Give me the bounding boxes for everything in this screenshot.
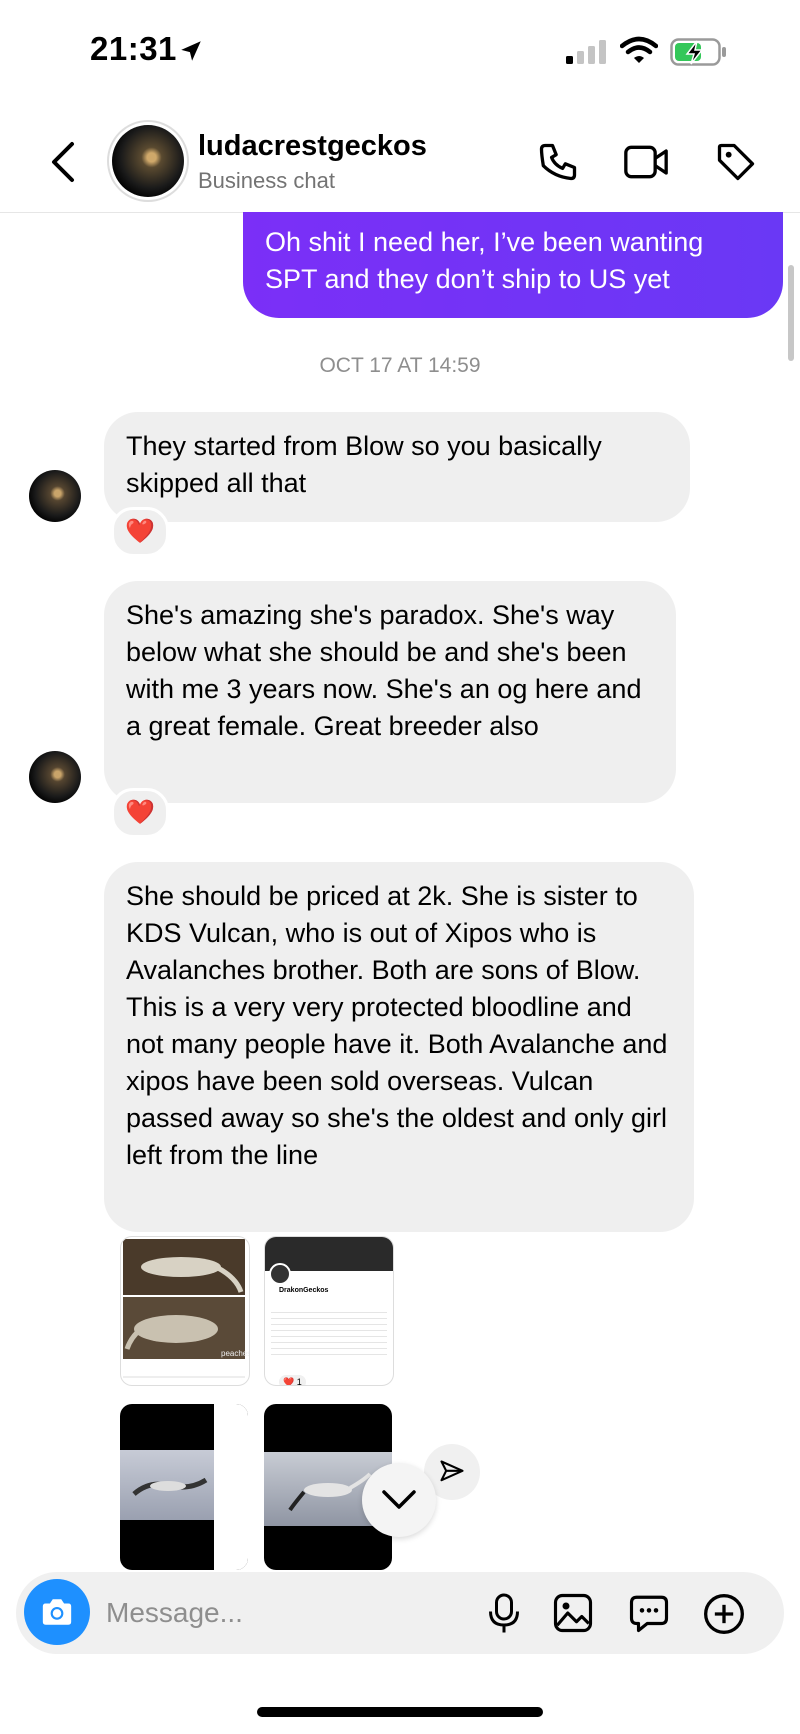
avatar[interactable] [29,751,81,803]
photo-caption: peaches [221,1349,250,1358]
post-avatar [269,1263,291,1285]
reaction-pill: ❤️ 1 [279,1375,306,1386]
video-icon[interactable] [622,140,670,184]
chevron-down-icon [382,1490,416,1509]
heart-reaction[interactable]: ❤️ [111,507,169,557]
message-text: They started from Blow so you basically … [126,431,602,498]
video-side-panel [214,1404,248,1570]
home-indicator[interactable] [257,1707,543,1717]
scroll-to-bottom-button[interactable] [362,1463,436,1537]
tag-icon[interactable] [714,140,758,184]
message-timestamp: OCT 17 AT 14:59 [319,354,481,377]
page-name: DrakonGeckos [279,1287,329,1294]
plus-icon[interactable] [702,1592,746,1636]
battery-charging-icon [670,38,726,66]
message-composer [16,1572,784,1654]
gecko-silhouette [132,1477,208,1496]
gecko-silhouette [288,1472,372,1512]
status-time: 21:31 [90,30,177,67]
message-text: She should be priced at 2k. She is siste… [126,881,668,1170]
avatar[interactable] [29,470,81,522]
post-content-lines [271,1307,387,1357]
video-tile[interactable] [120,1404,248,1570]
sticker-icon[interactable] [628,1592,670,1634]
avatar[interactable] [112,125,184,197]
chat-username[interactable]: ludacrestgeckos [198,130,427,163]
gecko-photo [123,1239,245,1378]
camera-icon [42,1599,72,1625]
phone-icon[interactable] [536,140,580,184]
microphone-icon[interactable] [486,1592,522,1634]
message-text: She's amazing she's paradox. She's way b… [126,600,642,741]
reaction-count: 1 [296,1377,302,1386]
status-bar: 21:31 [0,0,800,100]
gecko-photo-tile[interactable]: peaches [120,1236,250,1386]
incoming-message-bubble[interactable]: She's amazing she's paradox. She's way b… [104,581,676,803]
camera-button[interactable] [24,1579,90,1645]
signal-icon [566,40,606,64]
scrollbar[interactable] [788,265,794,361]
heart-icon: ❤️ [125,799,155,826]
chat-subtitle: Business chat [198,168,335,193]
incoming-message-bubble[interactable]: They started from Blow so you basically … [104,412,690,522]
message-input[interactable] [104,1592,438,1634]
back-chevron-icon[interactable] [48,140,78,184]
heart-icon: ❤️ [283,1377,295,1386]
message-text: Oh shit I need her, I’ve been wanting SP… [265,227,704,294]
gallery-icon[interactable] [552,1592,594,1634]
heart-reaction[interactable]: ❤️ [111,788,169,838]
chat-header: ludacrestgeckos Business chat [0,110,800,213]
incoming-message-bubble[interactable]: She should be priced at 2k. She is siste… [104,862,694,1232]
heart-icon: ❤️ [125,518,155,545]
location-arrow-icon [181,41,201,61]
send-icon [440,1460,464,1482]
shared-post-tile[interactable]: DrakonGeckos ❤️ 1 [264,1236,394,1386]
wifi-icon [620,36,658,63]
outgoing-message-bubble[interactable]: Oh shit I need her, I’ve been wanting SP… [243,212,783,318]
